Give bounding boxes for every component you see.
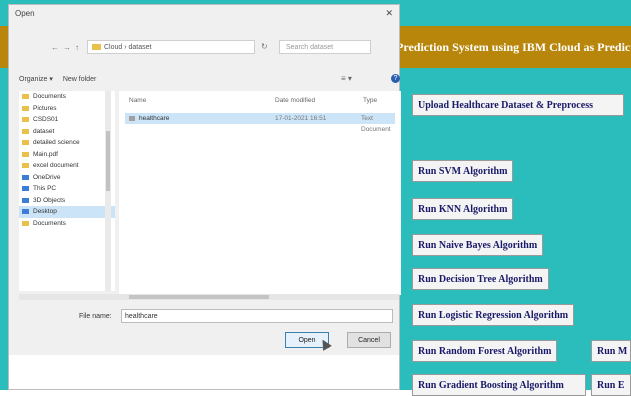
cloud-icon xyxy=(22,174,29,180)
nav-item-excel-document[interactable]: excel document xyxy=(19,160,115,172)
file-row-healthcare[interactable]: healthcare 17-01-2021 16:51 Text Documen… xyxy=(125,113,395,133)
file-date: 17-01-2021 16:51 xyxy=(275,115,327,122)
nav-item-documents-2[interactable]: Documents xyxy=(19,218,115,230)
app-title: Prediction System using IBM Cloud as Pre… xyxy=(396,40,631,54)
file-name: healthcare xyxy=(139,115,170,122)
file-list: Name Date modified Type healthcare 17-01… xyxy=(119,91,401,295)
address-path: Cloud › dataset xyxy=(104,44,152,51)
nav-item-this-pc[interactable]: This PC xyxy=(19,183,115,195)
cube-icon xyxy=(22,197,29,203)
horizontal-scrollbar[interactable] xyxy=(19,294,399,300)
up-arrow-icon[interactable]: ↑ xyxy=(75,43,79,52)
help-icon[interactable]: ? xyxy=(391,74,400,83)
forward-arrow-icon[interactable]: → xyxy=(63,43,71,52)
folder-icon xyxy=(22,220,29,226)
close-icon[interactable]: ✕ xyxy=(385,8,393,19)
nav-scrollbar[interactable] xyxy=(105,91,111,291)
new-folder-button[interactable]: New folder xyxy=(63,76,96,83)
file-name-label: File name: xyxy=(79,313,112,320)
nav-item-onedrive[interactable]: OneDrive xyxy=(19,172,115,184)
hscroll-thumb[interactable] xyxy=(129,295,269,299)
run-m-button[interactable]: Run M xyxy=(591,340,631,362)
run-decision-tree-button[interactable]: Run Decision Tree Algorithm xyxy=(412,268,549,290)
nav-item-dataset[interactable]: dataset xyxy=(19,126,115,138)
folder-icon xyxy=(22,94,29,99)
view-options-icon[interactable]: ≡ ▾ xyxy=(341,74,352,83)
cancel-button[interactable]: Cancel xyxy=(347,332,391,348)
nav-item-pictures[interactable]: Pictures xyxy=(19,103,115,115)
nav-item-main-pdf[interactable]: Main.pdf xyxy=(19,149,115,161)
navigation-pane: Documents Pictures CSDS01 dataset detail… xyxy=(19,91,115,291)
run-e-button[interactable]: Run E xyxy=(591,374,631,396)
file-type: Text Document xyxy=(361,115,391,133)
run-random-forest-button[interactable]: Run Random Forest Algorithm xyxy=(412,340,558,362)
dialog-footer xyxy=(9,355,399,389)
organize-menu[interactable]: Organize ▾ xyxy=(19,76,53,83)
run-svm-button[interactable]: Run SVM Algorithm xyxy=(412,160,514,182)
column-date-modified[interactable]: Date modified xyxy=(275,97,315,104)
refresh-icon[interactable]: ↻ xyxy=(261,42,268,51)
text-file-icon xyxy=(129,116,135,121)
address-bar[interactable]: Cloud › dataset xyxy=(87,40,255,54)
folder-icon xyxy=(22,151,29,157)
run-naive-bayes-button[interactable]: Run Naive Bayes Algorithm xyxy=(412,234,544,256)
desktop-icon xyxy=(22,209,29,214)
nav-item-3d-objects[interactable]: 3D Objects xyxy=(19,195,115,207)
search-input[interactable]: Search dataset xyxy=(279,40,371,54)
folder-icon xyxy=(22,105,29,111)
folder-icon xyxy=(22,163,29,168)
folder-icon xyxy=(22,128,29,134)
column-name[interactable]: Name xyxy=(129,97,146,104)
file-name-input[interactable]: healthcare xyxy=(121,309,393,323)
folder-icon xyxy=(22,140,29,145)
dialog-title: Open xyxy=(15,9,35,18)
nav-item-csds01[interactable]: CSDS01 xyxy=(19,114,115,126)
pc-icon xyxy=(22,186,29,191)
nav-item-documents[interactable]: Documents xyxy=(19,91,115,103)
nav-item-detailed-science[interactable]: detailed science xyxy=(19,137,115,149)
run-gradient-boosting-button[interactable]: Run Gradient Boosting Algorithm xyxy=(412,374,586,396)
run-knn-button[interactable]: Run KNN Algorithm xyxy=(412,198,514,220)
run-logistic-regression-button[interactable]: Run Logistic Regression Algorithm xyxy=(412,304,575,326)
upload-dataset-button[interactable]: Upload Healthcare Dataset & Preprocess xyxy=(412,94,624,116)
nav-scroll-thumb[interactable] xyxy=(106,131,110,191)
dialog-toolbar: Organize ▾ New folder xyxy=(19,75,104,83)
folder-icon xyxy=(22,117,29,122)
nav-item-desktop[interactable]: Desktop xyxy=(19,206,115,218)
column-type[interactable]: Type xyxy=(363,97,377,104)
folder-icon xyxy=(92,44,101,51)
back-arrow-icon[interactable]: ← xyxy=(51,43,59,52)
file-open-dialog: Open ✕ ← → ↑ Cloud › dataset ↻ Search da… xyxy=(8,4,401,390)
